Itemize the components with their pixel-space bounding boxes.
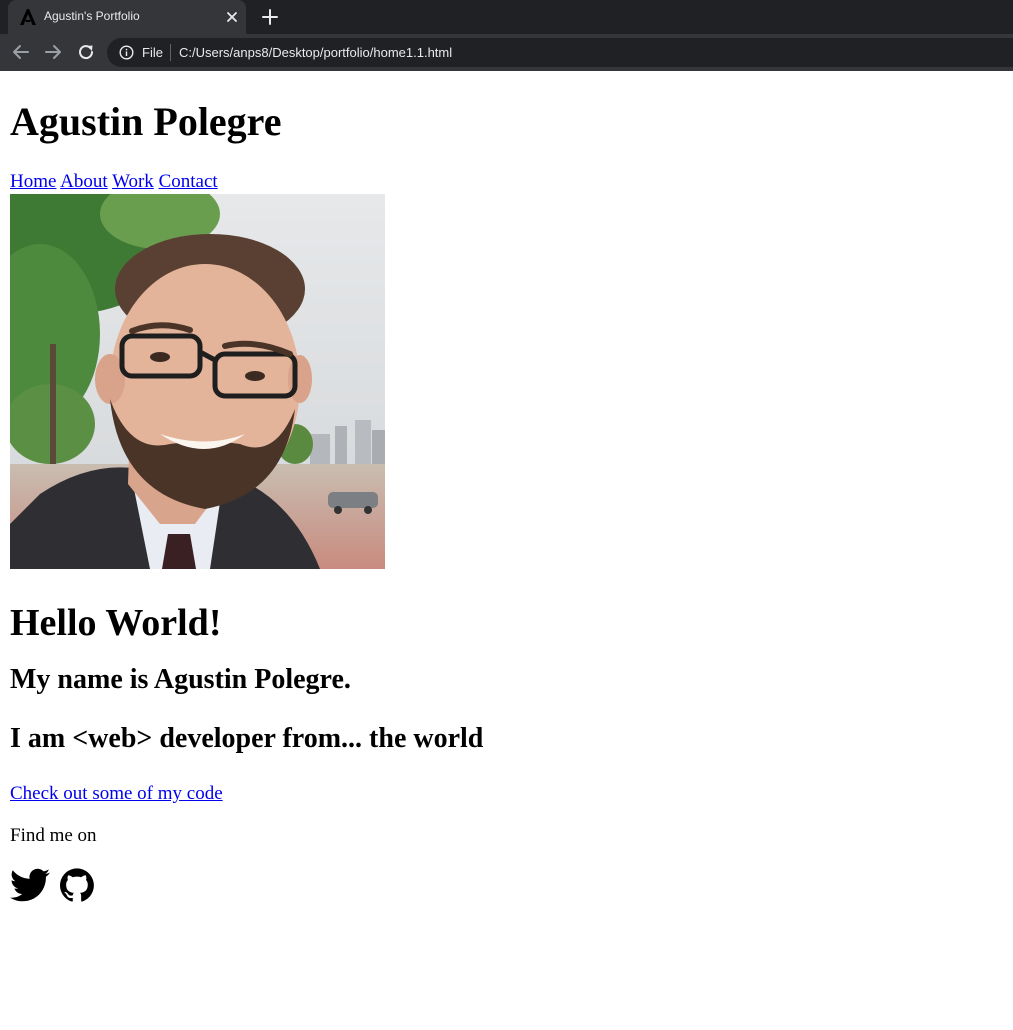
find-me-text: Find me on: [10, 825, 97, 846]
profile-photo: [10, 194, 385, 569]
forward-arrow-icon[interactable]: [43, 42, 63, 62]
main-nav: Home About Work Contact: [10, 171, 1003, 193]
social-links: [10, 865, 1003, 909]
info-icon[interactable]: [119, 45, 134, 60]
plus-icon[interactable]: [261, 8, 279, 26]
nav-link-about[interactable]: About: [60, 171, 108, 192]
code-link[interactable]: Check out some of my code: [10, 783, 223, 805]
site-title: Agustin Polegre: [10, 99, 282, 144]
name-heading: My name is Agustin Polegre.: [10, 664, 351, 695]
hello-heading: Hello World!: [10, 602, 222, 644]
twitter-icon[interactable]: [10, 865, 50, 905]
address-bar[interactable]: File C:/Users/anps8/Desktop/portfolio/ho…: [107, 38, 1013, 67]
developer-heading: I am <web> developer from... the world: [10, 723, 484, 754]
browser-chrome: Agustin's Portfolio File C:/Users/anps8/…: [0, 0, 1013, 71]
nav-link-work[interactable]: Work: [112, 171, 154, 192]
back-arrow-icon[interactable]: [11, 42, 31, 62]
scheme-label: File: [142, 45, 163, 60]
site-favicon-icon: [20, 9, 36, 25]
url-text[interactable]: C:/Users/anps8/Desktop/portfolio/home1.1…: [179, 45, 452, 60]
nav-link-home[interactable]: Home: [10, 171, 56, 192]
close-icon[interactable]: [224, 9, 240, 25]
tab-title: Agustin's Portfolio: [44, 9, 140, 23]
omnibox-divider: [170, 44, 171, 61]
reload-icon[interactable]: [76, 42, 96, 62]
tab-strip: Agustin's Portfolio: [0, 0, 1013, 34]
page-content: Agustin Polegre Home About Work Contact: [0, 98, 1013, 909]
github-icon[interactable]: [60, 868, 94, 902]
nav-link-contact[interactable]: Contact: [159, 171, 218, 192]
browser-toolbar: File C:/Users/anps8/Desktop/portfolio/ho…: [0, 34, 1013, 71]
browser-tab[interactable]: Agustin's Portfolio: [8, 0, 246, 34]
